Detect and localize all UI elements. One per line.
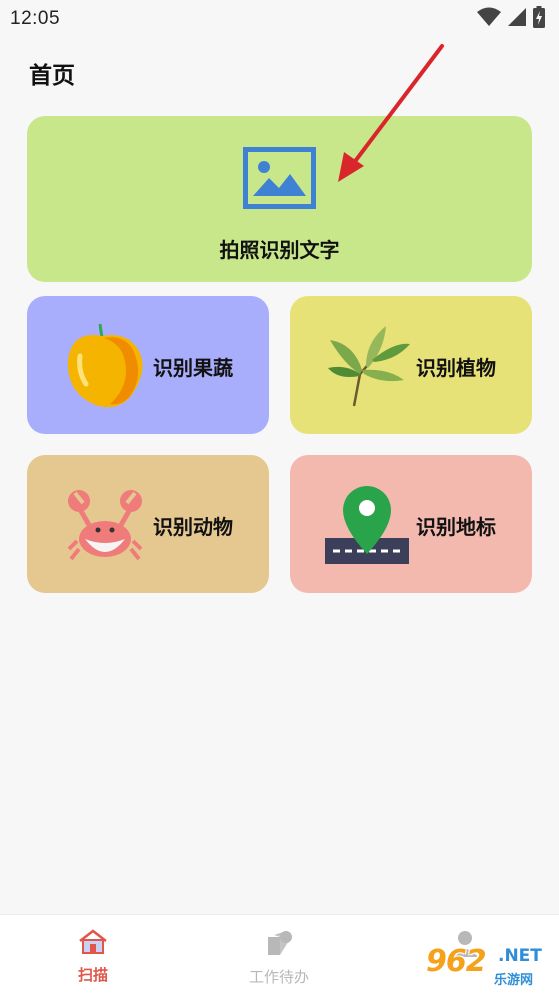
watermark: 962 .NET 乐游网 [416, 934, 559, 990]
tile-recognize-fruit[interactable]: 识别果蔬 [27, 296, 269, 434]
status-bar: 12:05 [0, 0, 559, 38]
battery-charging-icon [533, 6, 545, 32]
wifi-icon [477, 7, 501, 31]
tile-recognize-animal[interactable]: 识别动物 [27, 455, 269, 593]
watermark-suffix: .NET [498, 946, 542, 966]
tile-label: 识别地标 [416, 515, 496, 539]
watermark-logo: 962 [426, 944, 487, 979]
nav-item-scan[interactable]: 扫描 [0, 915, 186, 993]
todo-icon [264, 929, 294, 961]
nav-label: 工作待办 [248, 968, 309, 986]
status-icons [477, 6, 545, 32]
watermark-sub: 乐游网 [494, 973, 534, 988]
status-time: 12:05 [10, 8, 61, 29]
plant-icon [326, 324, 410, 412]
annotation-arrow [330, 40, 450, 194]
home-icon [78, 929, 108, 959]
tile-recognize-landmark[interactable]: 识别地标 [290, 455, 532, 593]
crab-icon [65, 485, 145, 569]
nav-label: 扫描 [77, 966, 108, 984]
tile-label: 识别果蔬 [153, 356, 233, 380]
location-pin-icon [325, 484, 409, 570]
signal-icon [507, 7, 527, 31]
tile-label: 识别动物 [153, 515, 233, 539]
nav-item-todo[interactable]: 工作待办 [186, 915, 372, 993]
page-title: 首页 [29, 63, 75, 89]
image-icon [243, 147, 316, 213]
photo-card-label: 拍照识别文字 [219, 238, 340, 262]
tile-recognize-plant[interactable]: 识别植物 [290, 296, 532, 434]
tile-label: 识别植物 [416, 356, 496, 380]
fruit-icon [64, 322, 146, 412]
